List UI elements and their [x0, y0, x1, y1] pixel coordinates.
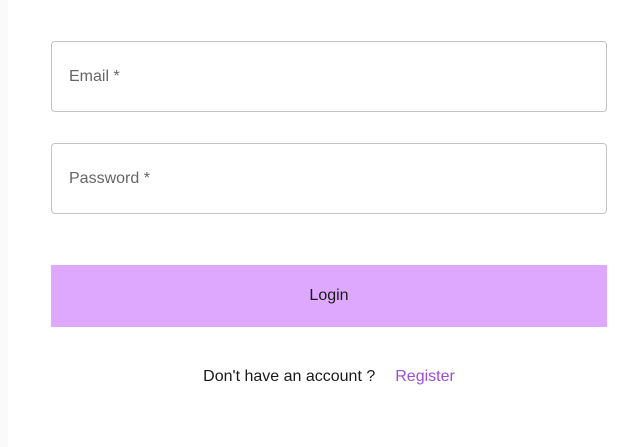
login-form: Login Don't have an account ? Register: [51, 41, 607, 386]
register-prompt: Don't have an account ?: [203, 368, 376, 385]
register-link[interactable]: Register: [395, 368, 455, 385]
register-row: Don't have an account ? Register: [51, 368, 607, 386]
email-input[interactable]: [52, 42, 606, 111]
password-input[interactable]: [52, 144, 606, 213]
email-field-container: [51, 41, 607, 112]
password-field-container: [51, 143, 607, 214]
login-button[interactable]: Login: [51, 265, 607, 327]
left-edge-strip: [0, 0, 8, 447]
